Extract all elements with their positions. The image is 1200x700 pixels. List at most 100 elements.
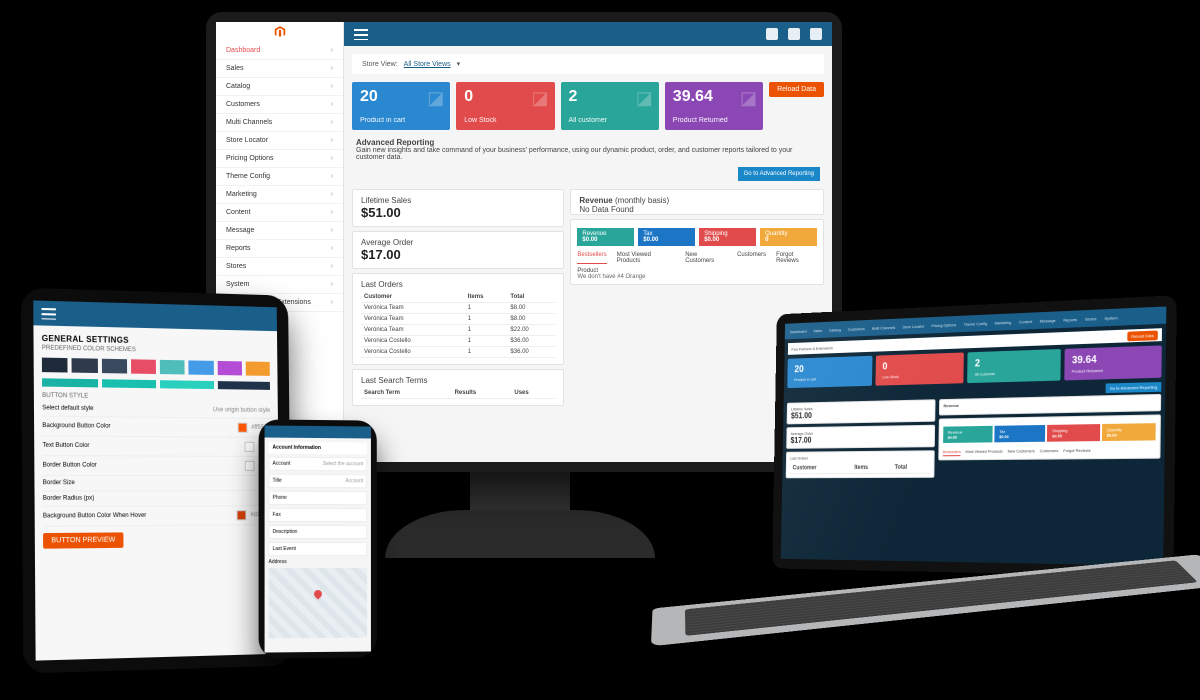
topbar: [344, 22, 832, 46]
store-view-selector[interactable]: Store View: All Store Views ▾: [352, 54, 824, 74]
revenue-period: (monthly basis): [615, 196, 669, 205]
widget-icon: ◪: [427, 88, 444, 109]
laptop-device: DashboardSalesCatalogCustomersMulti Chan…: [640, 300, 1200, 680]
sidebar-item[interactable]: Marketing›: [216, 186, 343, 204]
color-swatch[interactable]: [245, 361, 269, 375]
color-swatch[interactable]: [160, 380, 214, 389]
store-view-value[interactable]: All Store Views: [404, 61, 451, 68]
revenue-card: Revenue (monthly basis) No Data Found: [570, 189, 824, 215]
last-orders-title: Last Orders: [361, 280, 555, 289]
search-terms-title: Last Search Terms: [361, 376, 555, 385]
revenue-nodata: No Data Found: [579, 205, 633, 214]
chevron-right-icon: ›: [331, 245, 333, 252]
color-swatch[interactable]: [42, 378, 98, 387]
sidebar-item[interactable]: Sales›: [216, 60, 343, 78]
map-view[interactable]: [269, 568, 367, 639]
phone-device: Account Information AccountSelect the ac…: [259, 419, 377, 658]
search-icon[interactable]: [766, 28, 778, 40]
color-swatch[interactable]: [42, 358, 68, 373]
sidebar-item[interactable]: Customers›: [216, 96, 343, 114]
color-swatch[interactable]: [160, 360, 185, 375]
search-terms-card: Last Search Terms Search TermResultsUses: [352, 369, 564, 406]
phone-topbar: [265, 425, 371, 438]
lifetime-sales-label: Lifetime Sales: [361, 196, 555, 205]
setting-row[interactable]: Border Size1: [43, 476, 271, 492]
mini-stat: Shipping$0.00: [699, 228, 756, 246]
form-row[interactable]: Phone: [269, 491, 367, 505]
setting-row[interactable]: Background Button Color When Hover#d13f0…: [43, 506, 272, 527]
tab[interactable]: Customers: [737, 252, 766, 264]
tab[interactable]: New Customers: [685, 252, 727, 264]
search-terms-table: Search TermResultsUses: [361, 388, 555, 399]
color-swatch[interactable]: [72, 358, 98, 373]
sidebar-item[interactable]: System›: [216, 276, 343, 294]
form-row[interactable]: Description: [269, 525, 367, 539]
sidebar-item[interactable]: Dashboard›: [216, 42, 343, 60]
bell-icon[interactable]: [788, 28, 800, 40]
tab[interactable]: Bestsellers: [577, 252, 606, 264]
sidebar-item[interactable]: Stores›: [216, 258, 343, 276]
color-swatch[interactable]: [131, 359, 156, 374]
setting-row[interactable]: Background Button Color#ff5501: [42, 417, 270, 438]
chevron-right-icon: ›: [331, 65, 333, 72]
chevron-right-icon: ›: [331, 83, 333, 90]
sidebar-item[interactable]: Catalog›: [216, 78, 343, 96]
chevron-right-icon: ›: [331, 299, 333, 306]
tab[interactable]: Most Viewed Products: [617, 252, 675, 264]
sidebar-item[interactable]: Pricing Options›: [216, 150, 343, 168]
chevron-right-icon: ›: [331, 281, 333, 288]
color-preview: [245, 442, 255, 452]
widget-icon: ◪: [636, 88, 653, 109]
button-preview[interactable]: BUTTON PREVIEW: [43, 532, 123, 548]
color-preview: [237, 510, 247, 520]
form-row[interactable]: Last Event: [269, 542, 367, 556]
setting-row[interactable]: Border Radius (px)0: [43, 491, 271, 507]
last-orders-card: Last Orders CustomerItemsTotalVerónica T…: [352, 273, 564, 365]
store-view-label: Store View:: [362, 61, 398, 68]
sidebar-item[interactable]: Store Locator›: [216, 132, 343, 150]
chevron-down-icon: ▾: [457, 60, 461, 68]
setting-row[interactable]: Text Button Color#ffffff: [42, 436, 270, 457]
app-logo: [216, 22, 343, 42]
form-row[interactable]: TitleAccount: [269, 474, 367, 489]
form-row[interactable]: Fax: [269, 508, 367, 522]
address-label: Address: [269, 559, 367, 565]
color-swatch[interactable]: [102, 379, 157, 388]
form-row[interactable]: AccountSelect the account: [269, 457, 367, 472]
widget-icon: ◪: [740, 88, 757, 109]
color-swatch[interactable]: [217, 361, 242, 376]
tab-product-row: We don't have #4 Orange: [577, 274, 817, 280]
mini-stats-card: Revenue$0.00Tax$0.00Shipping$0.00Quantit…: [570, 219, 824, 285]
sidebar-item[interactable]: Reports›: [216, 240, 343, 258]
monitor-base: [385, 510, 655, 558]
color-preview: [245, 461, 255, 471]
chevron-right-icon: ›: [331, 173, 333, 180]
chevron-right-icon: ›: [331, 119, 333, 126]
advanced-reporting-title: Advanced Reporting: [356, 138, 434, 147]
setting-row[interactable]: Border Button Color#ffffff: [43, 456, 271, 476]
color-swatch[interactable]: [189, 360, 214, 375]
tab[interactable]: Forgot Reviews: [776, 252, 817, 264]
map-pin-icon: [312, 588, 323, 599]
color-swatch[interactable]: [217, 381, 270, 390]
hamburger-icon[interactable]: [42, 307, 56, 319]
advanced-reporting-button[interactable]: Go to Advanced Reporting: [738, 167, 820, 181]
sidebar-item[interactable]: Content›: [216, 204, 343, 222]
color-swatch[interactable]: [101, 359, 126, 374]
chevron-right-icon: ›: [331, 47, 333, 54]
advanced-reporting-text: Advanced Reporting Gain new insights and…: [356, 138, 820, 161]
sidebar-item[interactable]: Multi Channels›: [216, 114, 343, 132]
sidebar-item[interactable]: Theme Config›: [216, 168, 343, 186]
chevron-right-icon: ›: [331, 101, 333, 108]
hamburger-icon[interactable]: [354, 29, 368, 40]
reload-data-button[interactable]: Reload Data: [769, 82, 824, 97]
magento-icon: [273, 25, 287, 39]
sidebar-item[interactable]: Message›: [216, 222, 343, 240]
lifetime-sales-value: $51.00: [361, 205, 555, 220]
chevron-right-icon: ›: [331, 227, 333, 234]
last-orders-table: CustomerItemsTotalVerónica Team1$8.00Ver…: [361, 292, 555, 358]
mini-stat: Tax$0.00: [638, 228, 695, 246]
average-order-value: $17.00: [361, 247, 555, 262]
user-icon[interactable]: [810, 28, 822, 40]
account-information-title: Account Information: [269, 442, 367, 455]
